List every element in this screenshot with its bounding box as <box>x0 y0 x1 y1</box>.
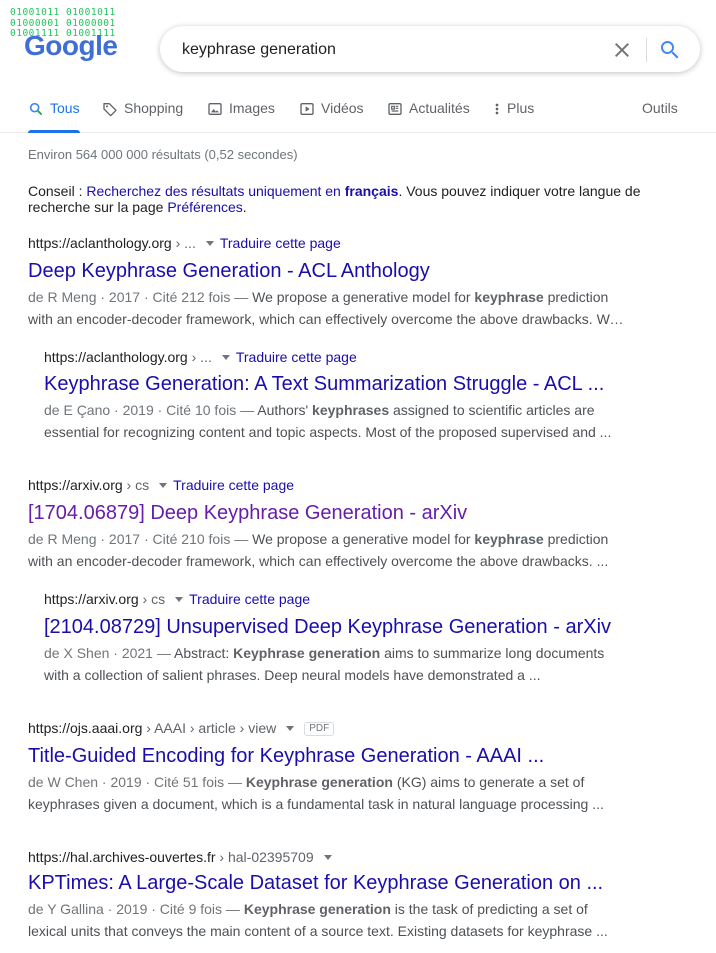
image-icon <box>208 103 222 115</box>
result-title-link[interactable]: Deep Keyphrase Generation - ACL Antholog… <box>28 258 628 284</box>
search-result-indented: https://aclanthology.org › ... Traduire c… <box>44 348 624 443</box>
caret-down-icon[interactable] <box>323 855 332 861</box>
result-snippet: de R Meng · 2017 · Cité 210 fois — We pr… <box>28 531 609 569</box>
result-snippet: de R Meng · 2017 · Cité 212 fois — We pr… <box>28 289 618 327</box>
search-tabs: Tous Shopping Images Vidéos Actualités P… <box>28 100 698 133</box>
play-icon <box>300 103 314 115</box>
translate-link[interactable]: Traduire cette page <box>220 235 341 251</box>
tab-all[interactable]: Tous <box>28 100 80 133</box>
caret-down-icon[interactable] <box>159 483 168 489</box>
tab-shopping[interactable]: Shopping <box>102 100 183 132</box>
preferences-link[interactable]: Préférences <box>167 199 242 215</box>
result-snippet: de W Chen · 2019 · Cité 51 fois — Keyphr… <box>28 774 604 812</box>
result-title-link[interactable]: Title-Guided Encoding for Keyphrase Gene… <box>28 743 628 769</box>
tab-label: Tous <box>50 100 80 116</box>
news-icon <box>388 103 402 115</box>
tab-label: Actualités <box>409 100 470 116</box>
search-input[interactable] <box>180 36 584 64</box>
result-url[interactable]: https://aclanthology.org <box>28 235 172 251</box>
search-icon[interactable] <box>658 38 682 62</box>
search-result: https://arxiv.org › cs Traduire cette pag… <box>28 476 628 572</box>
french-results-link[interactable]: Recherchez des résultats uniquement en f… <box>86 183 398 199</box>
search-result: https://hal.archives-ouvertes.fr › hal-0… <box>28 848 628 942</box>
tag-icon <box>103 103 117 117</box>
result-snippet: de E Çano · 2019 · Cité 10 fois — Author… <box>44 402 612 440</box>
result-cite: https://aclanthology.org › ... Traduire c… <box>28 235 341 251</box>
tab-label: Vidéos <box>321 100 364 116</box>
result-title-link[interactable]: [1704.06879] Deep Keyphrase Generation -… <box>28 500 628 526</box>
result-url[interactable]: https://arxiv.org <box>28 477 123 493</box>
tools-button[interactable]: Outils <box>642 100 678 132</box>
result-cite: https://aclanthology.org › ... Traduire c… <box>44 349 357 365</box>
tip-prefix: Conseil : <box>28 183 87 199</box>
result-url[interactable]: https://arxiv.org <box>44 591 139 607</box>
result-cite: https://hal.archives-ouvertes.fr › hal-0… <box>28 848 628 866</box>
tools-label: Outils <box>642 100 678 116</box>
search-result-indented: https://arxiv.org › cs Traduire cette pag… <box>44 590 624 686</box>
translate-link[interactable]: Traduire cette page <box>173 477 294 493</box>
header: 01001011 01001011 01000001 01000001 0100… <box>0 0 716 133</box>
tab-videos[interactable]: Vidéos <box>299 100 364 132</box>
clear-icon[interactable] <box>610 38 634 62</box>
result-cite: https://ojs.aaai.org › AAAI › article › … <box>28 719 628 737</box>
result-url[interactable]: https://hal.archives-ouvertes.fr <box>28 849 216 865</box>
tab-more[interactable]: Plus <box>493 100 534 132</box>
search-box <box>160 26 700 72</box>
language-tip: Conseil : Recherchez des résultats uniqu… <box>28 183 641 215</box>
search-result: https://ojs.aaai.org › AAAI › article › … <box>28 719 628 815</box>
caret-down-icon[interactable] <box>175 597 184 603</box>
tab-label: Images <box>229 100 275 116</box>
result-snippet: de Y Gallina · 2019 · Cité 9 fois — Keyp… <box>28 901 608 939</box>
result-title-link[interactable]: KPTimes: A Large-Scale Dataset for Keyph… <box>28 870 628 896</box>
caret-down-icon[interactable] <box>286 726 295 732</box>
tab-label: Shopping <box>124 100 184 116</box>
result-url[interactable]: https://ojs.aaai.org <box>28 720 142 736</box>
logo-wordmark: Google <box>24 30 118 61</box>
result-stats: Environ 564 000 000 résultats (0,52 seco… <box>28 147 298 162</box>
search-divider <box>646 38 647 62</box>
caret-down-icon[interactable] <box>221 355 230 361</box>
caret-down-icon[interactable] <box>205 241 214 247</box>
result-title-link[interactable]: Keyphrase Generation: A Text Summarizati… <box>44 371 624 397</box>
result-cite: https://arxiv.org › cs Traduire cette pag… <box>28 477 295 493</box>
result-snippet: de X Shen · 2021 — Abstract: Keyphrase g… <box>44 645 605 683</box>
search-result: https://aclanthology.org › ... Traduire c… <box>28 234 628 330</box>
pdf-badge: PDF <box>304 722 335 737</box>
translate-link[interactable]: Traduire cette page <box>236 349 357 365</box>
tab-news[interactable]: Actualités <box>387 100 470 132</box>
more-vert-icon <box>495 103 499 115</box>
result-cite: https://arxiv.org › cs Traduire cette pag… <box>44 591 311 607</box>
result-url[interactable]: https://aclanthology.org <box>44 349 188 365</box>
translate-link[interactable]: Traduire cette page <box>189 591 310 607</box>
search-icon <box>29 102 42 115</box>
google-doodle-logo[interactable]: 01001011 01001011 01000001 01000001 0100… <box>8 6 130 70</box>
result-title-link[interactable]: [2104.08729] Unsupervised Deep Keyphrase… <box>44 614 624 640</box>
tab-label: Plus <box>507 100 535 116</box>
tab-images[interactable]: Images <box>207 100 275 132</box>
